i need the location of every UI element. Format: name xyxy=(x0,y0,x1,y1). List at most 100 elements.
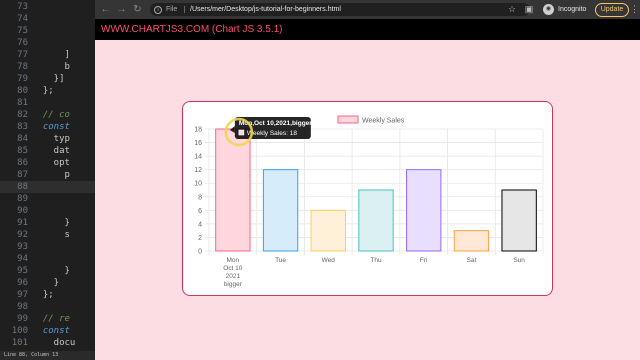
forward-icon[interactable]: → xyxy=(115,3,128,16)
code-line[interactable]: 92 s xyxy=(0,229,95,241)
url-text[interactable]: /Users/mer/Desktop/js-tutorial-for-begin… xyxy=(190,3,341,16)
code-line[interactable]: 81 xyxy=(0,97,95,109)
bar[interactable] xyxy=(453,230,490,252)
sidebar-icon[interactable]: ▣ xyxy=(523,3,535,16)
line-number: 93 xyxy=(17,242,28,252)
bar[interactable] xyxy=(406,169,442,252)
code-line[interactable]: 96 } xyxy=(0,277,95,289)
line-number: 83 xyxy=(17,122,28,132)
line-number: 74 xyxy=(17,14,28,24)
code-line[interactable]: 90 xyxy=(0,205,95,217)
code-text: } xyxy=(32,218,70,228)
code-text: }; xyxy=(32,290,54,300)
code-line[interactable]: 93 xyxy=(0,241,95,253)
line-number: 75 xyxy=(17,26,28,36)
code-line[interactable]: 80 }; xyxy=(0,85,95,97)
x-tick-label: 2021 xyxy=(226,273,241,280)
tooltip-body: Weekly Sales: 18 xyxy=(247,130,297,137)
code-text: const xyxy=(32,326,70,336)
x-tick-label: Tue xyxy=(275,257,286,264)
code-line[interactable]: 95 } xyxy=(0,265,95,277)
code-line[interactable]: 97 }; xyxy=(0,289,95,301)
y-tick-label: 16 xyxy=(194,140,202,147)
code-line[interactable]: 101 docu xyxy=(0,337,95,349)
code-line[interactable]: 84 typ xyxy=(0,133,95,145)
line-number: 87 xyxy=(17,170,28,180)
bar[interactable] xyxy=(501,189,537,252)
line-number: 77 xyxy=(17,50,28,60)
code-line[interactable]: 98 xyxy=(0,301,95,313)
code-line[interactable]: 86 opt xyxy=(0,157,95,169)
code-line[interactable]: 88 xyxy=(0,181,95,193)
page-title: WWW.CHARTJS3.COM (Chart JS 3.5.1) xyxy=(101,24,283,35)
code-text: b xyxy=(32,62,70,72)
info-icon[interactable]: i xyxy=(154,6,162,14)
code-line[interactable]: 89 xyxy=(0,193,95,205)
y-tick-label: 14 xyxy=(194,154,202,161)
code-line[interactable]: 99 // re xyxy=(0,313,95,325)
update-button[interactable]: Update xyxy=(595,3,629,17)
y-tick-label: 6 xyxy=(198,208,202,215)
x-tick-label: Sat xyxy=(467,257,477,264)
address-bar[interactable]: i File /Users/mer/Desktop/js-tutorial-fo… xyxy=(150,3,530,16)
reload-icon[interactable]: ↻ xyxy=(131,3,144,16)
line-number: 96 xyxy=(17,278,28,288)
code-line[interactable]: 79 }] xyxy=(0,73,95,85)
tooltip-swatch xyxy=(238,129,245,136)
bar[interactable] xyxy=(215,128,251,252)
bar-chart[interactable]: 0 2 4 6 8 10 12 14 16 18 Weekly Sales MonOct 102021… xyxy=(183,102,551,294)
code-line[interactable]: 75 xyxy=(0,25,95,37)
legend-label[interactable]: Weekly Sales xyxy=(362,118,405,125)
x-tick-label: Wed xyxy=(322,257,336,264)
code-text: typ xyxy=(32,134,70,144)
browser-window: ← → ↻ i File /Users/mer/Desktop/js-tutor… xyxy=(95,0,640,360)
code-line[interactable]: 100 const xyxy=(0,325,95,337)
line-number: 88 xyxy=(17,182,28,192)
x-tick-label: Mon xyxy=(227,257,240,264)
line-number: 81 xyxy=(17,98,28,108)
code-line[interactable]: 91 } xyxy=(0,217,95,229)
code-line[interactable]: 85 dat xyxy=(0,145,95,157)
code-line[interactable]: 77 ] xyxy=(0,49,95,61)
code-line[interactable]: 94 xyxy=(0,253,95,265)
incognito-label[interactable]: Incognito xyxy=(558,3,586,16)
code-text: opt xyxy=(32,158,70,168)
browser-toolbar: ← → ↻ i File /Users/mer/Desktop/js-tutor… xyxy=(95,0,640,19)
code-line[interactable]: 82 // co xyxy=(0,109,95,121)
line-number: 86 xyxy=(17,158,28,168)
x-tick-label: Sun xyxy=(513,257,525,264)
line-number: 99 xyxy=(17,314,28,324)
code-line[interactable]: 73 xyxy=(0,1,95,13)
code-line[interactable]: 74 xyxy=(0,13,95,25)
code-editor[interactable]: 73 74 75 76 77 ] 78 b 79 }] 80 }; 81 82 // co 83 c… xyxy=(0,0,95,360)
code-text: docu xyxy=(32,338,76,348)
line-number: 82 xyxy=(17,110,28,120)
line-number: 92 xyxy=(17,230,28,240)
bar[interactable] xyxy=(262,169,299,252)
incognito-icon[interactable]: ◉ xyxy=(543,4,554,15)
y-tick-label: 0 xyxy=(198,249,202,256)
code-line[interactable]: 78 b xyxy=(0,61,95,73)
bookmark-star-icon[interactable]: ☆ xyxy=(506,3,518,16)
code-text: // co xyxy=(32,110,70,120)
line-number: 101 xyxy=(11,338,28,348)
line-number: 91 xyxy=(17,218,28,228)
code-text: }] xyxy=(32,74,65,84)
file-scheme-label: File xyxy=(166,6,178,13)
menu-dots-icon[interactable]: ⋮ xyxy=(630,3,639,16)
code-text: // re xyxy=(32,314,70,324)
back-icon[interactable]: ← xyxy=(99,3,112,16)
code-line[interactable]: 83 const xyxy=(0,121,95,133)
code-line[interactable]: 76 xyxy=(0,37,95,49)
code-text: dat xyxy=(32,146,70,156)
bar[interactable] xyxy=(310,209,346,252)
bar[interactable] xyxy=(358,189,394,252)
code-line[interactable]: 87 p xyxy=(0,169,95,181)
line-number: 100 xyxy=(11,326,28,336)
line-number: 79 xyxy=(17,74,28,84)
line-number: 97 xyxy=(17,290,28,300)
code-text: s xyxy=(32,230,70,240)
legend-swatch[interactable] xyxy=(337,115,359,124)
editor-status-bar: Line 88, Column 13 xyxy=(0,351,95,360)
code-text: } xyxy=(32,266,70,276)
